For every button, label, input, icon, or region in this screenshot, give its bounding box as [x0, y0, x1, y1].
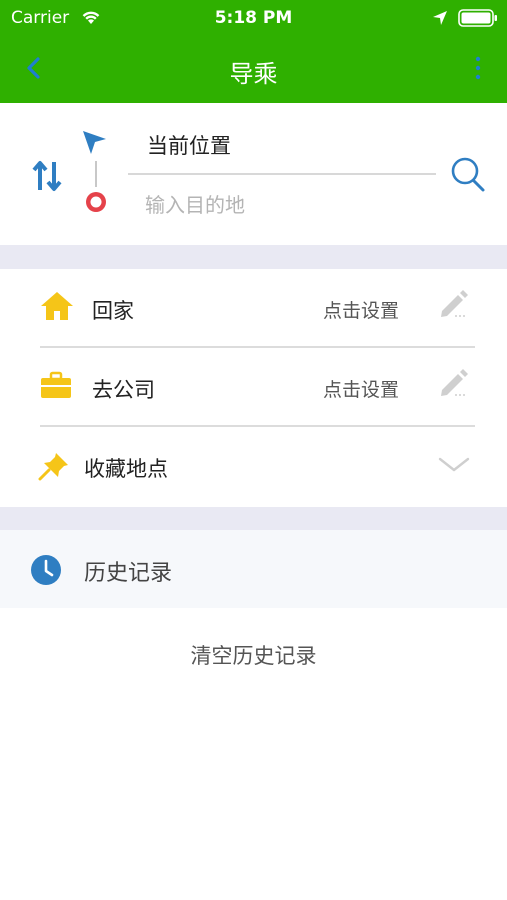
more-button[interactable]	[470, 54, 486, 84]
swap-button[interactable]	[30, 159, 64, 197]
more-vertical-icon	[475, 56, 481, 80]
origin-field[interactable]: 当前位置	[147, 130, 231, 160]
history-header: 历史记录	[0, 530, 507, 608]
pencil-icon[interactable]	[438, 287, 470, 323]
start-arrow-icon	[80, 129, 108, 161]
search-icon	[451, 157, 485, 192]
saved-places-row[interactable]: 收藏地点	[0, 427, 507, 505]
favorites-list: 回家 点击设置 去公司 点击设置 收藏地点	[0, 269, 507, 507]
clock-label: 5:18 PM	[214, 8, 293, 28]
home-label: 回家	[92, 299, 134, 323]
home-icon	[40, 291, 74, 325]
swap-icon	[32, 161, 62, 191]
clear-history-button[interactable]: 清空历史记录	[0, 640, 507, 670]
route-connector	[95, 161, 97, 187]
saved-places-label: 收藏地点	[84, 457, 168, 481]
section-separator	[0, 245, 507, 269]
clock-icon	[30, 554, 62, 590]
page-title: 导乘	[229, 60, 278, 88]
history-title: 历史记录	[84, 561, 173, 586]
route-divider	[128, 173, 436, 175]
home-set-label[interactable]: 点击设置	[323, 296, 399, 323]
section-separator	[0, 507, 507, 530]
chevron-down-icon[interactable]	[437, 455, 471, 479]
work-label: 去公司	[92, 378, 155, 402]
battery-icon	[458, 9, 498, 31]
pencil-icon[interactable]	[438, 366, 470, 402]
pin-icon	[38, 451, 70, 485]
home-row[interactable]: 回家 点击设置	[0, 269, 507, 347]
briefcase-icon	[40, 370, 72, 404]
route-panel: 当前位置	[0, 103, 507, 245]
destination-input[interactable]	[145, 189, 425, 221]
end-circle-icon	[83, 189, 109, 219]
status-bar: Carrier 5:18 PM	[0, 0, 507, 36]
app-header: Carrier 5:18 PM 导乘	[0, 0, 507, 103]
work-row[interactable]: 去公司 点击设置	[0, 348, 507, 426]
search-button[interactable]	[450, 156, 486, 198]
work-set-label[interactable]: 点击设置	[323, 375, 399, 402]
location-arrow-icon	[432, 10, 448, 30]
